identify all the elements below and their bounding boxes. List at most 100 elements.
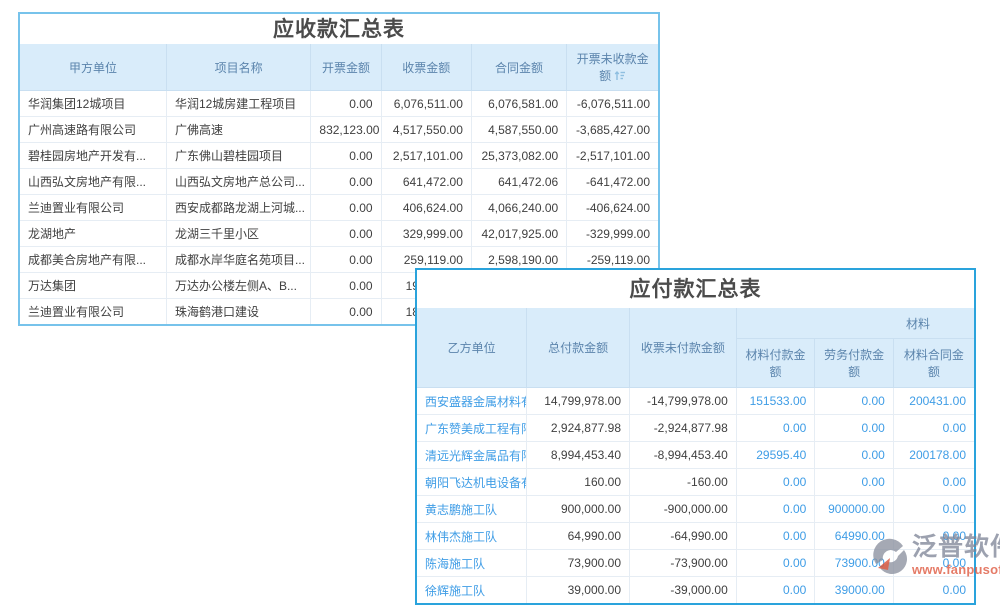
table-cell: 900,000.00 [527,496,630,523]
table-cell: 0.00 [815,442,894,469]
table-row: 广州高速路有限公司 广佛高速 832,123.00 4,517,550.00 4… [20,117,658,143]
table-cell: 641,472.06 [471,169,566,195]
party-b-link[interactable]: 徐辉施工队 [417,577,527,604]
table-cell: -14,799,978.00 [630,388,737,415]
header-labor-payment: 劳务付款金额 [815,339,894,388]
header-total-payment: 总付款金额 [527,308,630,388]
table-cell: 0.00 [815,415,894,442]
table-cell: -8,994,453.40 [630,442,737,469]
table-cell: -160.00 [630,469,737,496]
receivable-table-title: 应收款汇总表 [20,14,658,44]
party-b-link[interactable]: 林伟杰施工队 [417,523,527,550]
project-cell: 西安成都路龙湖上河城... [166,195,310,221]
table-cell: 64,990.00 [527,523,630,550]
table-row: 林伟杰施工队 64,990.00 -64,990.00 0.00 64990.0… [417,523,974,550]
payable-header-group-row: 乙方单位 总付款金额 收票未付款金额 材料 [417,308,974,339]
table-row: 广东赞美成工程有限公 2,924,877.98 -2,924,877.98 0.… [417,415,974,442]
table-row: 清远光辉金属品有限公 8,994,453.40 -8,994,453.40 29… [417,442,974,469]
table-cell: 0.00 [893,496,974,523]
sort-ascending-icon[interactable] [614,70,626,84]
table-cell: -6,076,511.00 [567,91,658,117]
header-group-material: 材料 [736,308,974,339]
header-received-amount: 收票金额 [381,44,471,91]
table-cell: 14,799,978.00 [527,388,630,415]
table-cell: 4,587,550.00 [471,117,566,143]
table-cell: 900000.00 [815,496,894,523]
header-invoiced-unpaid-amount[interactable]: 开票未收款金额 [567,44,658,91]
party-b-link[interactable]: 广东赞美成工程有限公 [417,415,527,442]
table-cell: -2,924,877.98 [630,415,737,442]
party-a-cell: 成都美合房地产有限... [20,247,166,273]
table-cell: -406,624.00 [567,195,658,221]
table-cell: 0.00 [893,550,974,577]
table-cell: 6,076,581.00 [471,91,566,117]
table-row: 徐辉施工队 39,000.00 -39,000.00 0.00 39000.00… [417,577,974,604]
table-cell: 42,017,925.00 [471,221,566,247]
project-cell: 华润12城房建工程项目 [166,91,310,117]
header-material-payment: 材料付款金额 [736,339,815,388]
table-cell: 0.00 [311,299,381,325]
table-cell: 200431.00 [893,388,974,415]
project-cell: 珠海鹤港口建设 [166,299,310,325]
party-a-cell: 碧桂园房地产开发有... [20,143,166,169]
table-row: 陈海施工队 73,900.00 -73,900.00 0.00 73900.00… [417,550,974,577]
table-cell: -641,472.00 [567,169,658,195]
table-row: 西安盛器金属材料有限 14,799,978.00 -14,799,978.00 … [417,388,974,415]
table-cell: 0.00 [311,143,381,169]
party-a-cell: 兰迪置业有限公司 [20,299,166,325]
table-cell: 0.00 [893,523,974,550]
table-cell: 39,000.00 [527,577,630,604]
table-cell: -329,999.00 [567,221,658,247]
header-party-a: 甲方单位 [20,44,166,91]
table-cell: 0.00 [736,577,815,604]
table-cell: 0.00 [736,496,815,523]
table-cell: 4,517,550.00 [381,117,471,143]
table-cell: 329,999.00 [381,221,471,247]
table-cell: 0.00 [736,469,815,496]
table-row: 碧桂园房地产开发有... 广东佛山碧桂园项目 0.00 2,517,101.00… [20,143,658,169]
table-cell: 0.00 [311,91,381,117]
table-row: 黄志鹏施工队 900,000.00 -900,000.00 0.00 90000… [417,496,974,523]
party-a-cell: 万达集团 [20,273,166,299]
party-a-cell: 山西弘文房地产有限... [20,169,166,195]
table-cell: 641,472.00 [381,169,471,195]
table-cell: 0.00 [893,415,974,442]
party-a-cell: 广州高速路有限公司 [20,117,166,143]
table-cell: 4,066,240.00 [471,195,566,221]
table-cell: 2,924,877.98 [527,415,630,442]
party-b-link[interactable]: 西安盛器金属材料有限 [417,388,527,415]
table-cell: 406,624.00 [381,195,471,221]
header-invoiced-amount: 开票金额 [311,44,381,91]
project-cell: 万达办公楼左侧A、B... [166,273,310,299]
table-cell: -2,517,101.00 [567,143,658,169]
payable-table-title: 应付款汇总表 [417,270,974,308]
table-cell: 0.00 [311,169,381,195]
table-row: 兰迪置业有限公司 西安成都路龙湖上河城... 0.00 406,624.00 4… [20,195,658,221]
project-cell: 广东佛山碧桂园项目 [166,143,310,169]
table-cell: 160.00 [527,469,630,496]
table-cell: 39000.00 [815,577,894,604]
table-cell: 0.00 [893,469,974,496]
table-cell: -39,000.00 [630,577,737,604]
table-row: 华润集团12城项目 华润12城房建工程项目 0.00 6,076,511.00 … [20,91,658,117]
table-cell: 29595.40 [736,442,815,469]
table-cell: 2,517,101.00 [381,143,471,169]
table-cell: 200178.00 [893,442,974,469]
party-b-link[interactable]: 朝阳飞达机电设备有限 [417,469,527,496]
table-cell: -73,900.00 [630,550,737,577]
table-row: 朝阳飞达机电设备有限 160.00 -160.00 0.00 0.00 0.00 [417,469,974,496]
table-cell: 64990.00 [815,523,894,550]
party-a-cell: 华润集团12城项目 [20,91,166,117]
project-cell: 龙湖三千里小区 [166,221,310,247]
project-cell: 山西弘文房地产总公司... [166,169,310,195]
table-cell: 0.00 [736,550,815,577]
table-cell: 0.00 [311,247,381,273]
party-b-link[interactable]: 清远光辉金属品有限公 [417,442,527,469]
receivable-header-row: 甲方单位 项目名称 开票金额 收票金额 合同金额 开票未收款金额 [20,44,658,91]
party-b-link[interactable]: 黄志鹏施工队 [417,496,527,523]
table-cell: 73900.00 [815,550,894,577]
party-b-link[interactable]: 陈海施工队 [417,550,527,577]
header-material-contract: 材料合同金额 [893,339,974,388]
table-cell: 0.00 [736,523,815,550]
payable-summary-table: 应付款汇总表 乙方单位 总付款金额 收票未付款金额 材料 材料付款金额 劳务付款… [415,268,976,605]
